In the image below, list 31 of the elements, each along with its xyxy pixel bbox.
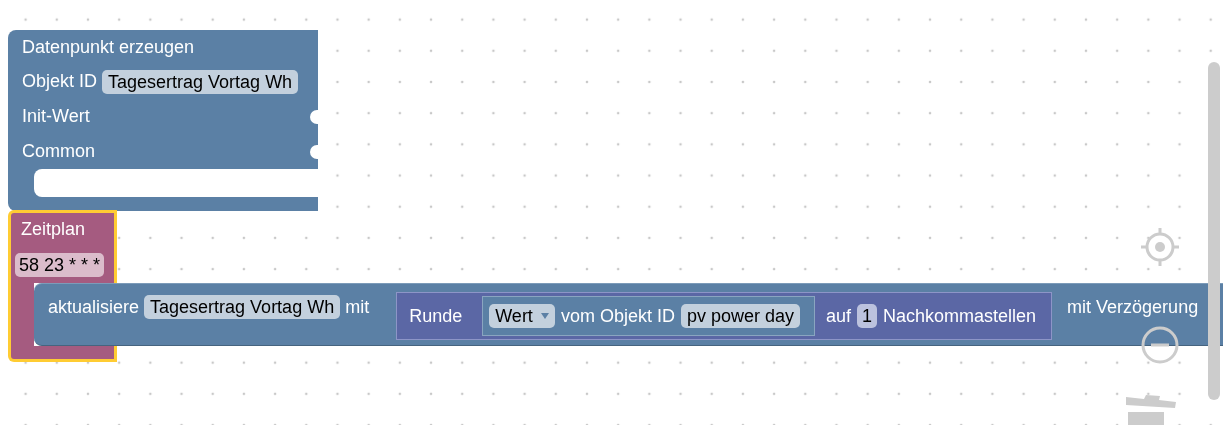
caret-icon bbox=[540, 313, 549, 319]
trash-icon[interactable] bbox=[1124, 395, 1178, 425]
block-background[interactable]: Zeitplan 58 23 * * * bbox=[8, 210, 117, 283]
input-label: Init-Wert bbox=[22, 106, 90, 127]
value-block[interactable]: Wert vom Objekt ID pv power day bbox=[482, 296, 815, 336]
block-title: Zeitplan bbox=[21, 219, 86, 240]
value-block[interactable]: Runde Wert vom Objekt ID pv power day auf 1 Nachkommastellen bbox=[396, 292, 1053, 340]
block-label: mit Verzögerung bbox=[1067, 295, 1199, 319]
number-field[interactable]: 1 bbox=[857, 304, 877, 328]
block-title: Datenpunkt erzeugen bbox=[22, 36, 195, 58]
zoom-out-icon[interactable] bbox=[1141, 326, 1179, 364]
block-background[interactable]: aktualisiere Tagesertrag Vortag Wh mit Runde Wert vom Objekt ID pv power day auf 1 Nachkommastellen mit Verzögerung bbox=[34, 283, 1223, 346]
block-label: vom Objekt ID bbox=[560, 305, 675, 327]
block-footer[interactable] bbox=[8, 346, 117, 362]
block-label: Runde bbox=[409, 305, 463, 327]
block-label: auf bbox=[825, 305, 851, 327]
input-label: Objekt ID bbox=[22, 71, 98, 92]
text-field[interactable]: Tagesertrag Vortag Wh bbox=[144, 295, 341, 319]
scrollbar[interactable] bbox=[1208, 62, 1220, 400]
block-background[interactable]: Datenpunkt erzeugen Objekt ID Tagesertrag Vortag Wh Init-Wert Common bbox=[8, 30, 318, 211]
text-field[interactable]: pv power day bbox=[680, 304, 800, 328]
text-field[interactable]: 58 23 * * * bbox=[15, 252, 105, 277]
input-notch bbox=[310, 110, 318, 124]
input-label: Common bbox=[22, 141, 96, 162]
input-notch bbox=[310, 145, 318, 159]
recenter-icon[interactable] bbox=[1141, 228, 1179, 266]
block-label: Nachkommastellen bbox=[883, 305, 1037, 327]
dropdown-field[interactable]: Wert bbox=[489, 304, 555, 328]
text-field[interactable]: Tagesertrag Vortag Wh bbox=[102, 69, 299, 94]
block-label: mit bbox=[345, 295, 370, 319]
block-label: aktualisiere bbox=[48, 295, 140, 319]
